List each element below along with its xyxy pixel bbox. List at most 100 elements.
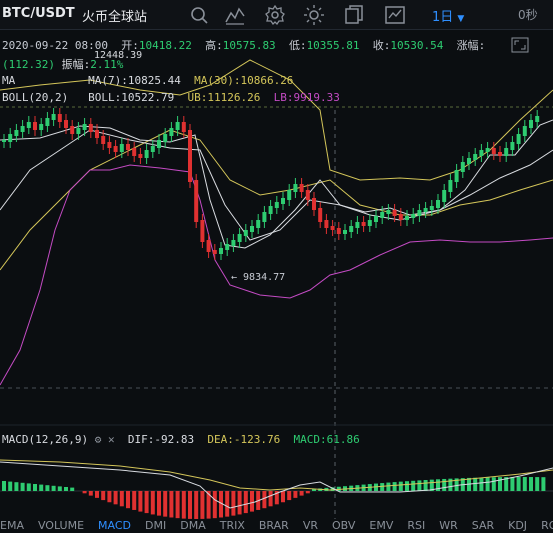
candle-body xyxy=(188,130,192,182)
tab-roc[interactable]: ROC xyxy=(541,519,553,532)
tab-brar[interactable]: BRAR xyxy=(259,519,289,532)
macd-bar xyxy=(14,482,19,491)
macd-bar xyxy=(442,478,447,491)
tab-vr[interactable]: VR xyxy=(303,519,318,532)
macd-bar xyxy=(138,491,143,512)
candle-body xyxy=(200,220,205,242)
macd-bar xyxy=(281,491,285,503)
macd-bar xyxy=(169,491,174,518)
indicator-icon[interactable] xyxy=(224,4,246,26)
macd-value-label: MACD: xyxy=(293,433,327,446)
candle-body xyxy=(212,250,217,254)
candle-body xyxy=(392,210,397,216)
ma7-line xyxy=(0,119,553,249)
macd-bar xyxy=(299,491,304,496)
settings-small-icon[interactable]: ⚙ xyxy=(95,433,102,446)
ma-row: MA MA(7):10825.44 MA(30):10866.26 xyxy=(2,74,293,87)
tab-macd[interactable]: MACD xyxy=(98,519,131,532)
amplitude-label: 振幅: xyxy=(61,58,91,71)
candle-body xyxy=(318,208,323,222)
macd-bar xyxy=(541,477,546,491)
tab-sar[interactable]: SAR xyxy=(472,519,494,532)
chart-icon[interactable] xyxy=(384,4,406,26)
high-value: 10575.83 xyxy=(222,39,276,52)
macd-bar xyxy=(250,491,254,512)
candle-body xyxy=(39,124,44,130)
macd-bar xyxy=(491,477,496,491)
dif-value: -92.83 xyxy=(154,433,195,446)
close-icon[interactable]: ✕ xyxy=(108,433,115,446)
interval-label: 1日 xyxy=(432,10,454,25)
macd-bar xyxy=(2,481,6,491)
macd-bar xyxy=(101,491,106,501)
candle-body xyxy=(237,234,242,242)
candle-body xyxy=(405,216,409,220)
copy-icon[interactable] xyxy=(343,4,365,26)
tab-dmi[interactable]: DMI xyxy=(145,519,166,532)
dea-value: -123.76 xyxy=(233,433,281,446)
tab-dma[interactable]: DMA xyxy=(180,519,206,532)
tab-kdj[interactable]: KDJ xyxy=(508,519,527,532)
close-label: 收: xyxy=(372,39,391,52)
candle-body xyxy=(150,146,155,152)
candle-body xyxy=(256,220,261,228)
candle-body xyxy=(250,226,254,232)
settings-icon[interactable] xyxy=(264,4,286,26)
low-label: 低: xyxy=(288,39,307,52)
tab-obv[interactable]: OBV xyxy=(332,519,355,532)
candle-body xyxy=(113,146,118,152)
macd-info-row: MACD(12,26,9) ⚙ ✕ DIF:-92.83 DEA:-123.76… xyxy=(2,433,360,446)
candle-body xyxy=(293,184,298,192)
macd-bar xyxy=(107,491,112,503)
macd-bar xyxy=(70,487,75,491)
macd-bar xyxy=(225,491,230,517)
theme-icon[interactable] xyxy=(303,4,325,26)
boll-ub-value: 11126.26 xyxy=(207,91,261,104)
tab-emv[interactable]: EMV xyxy=(369,519,393,532)
tab-trix[interactable]: TRIX xyxy=(220,519,245,532)
candle-body xyxy=(138,154,143,158)
tab-wr[interactable]: WR xyxy=(439,519,458,532)
candle-body xyxy=(8,134,13,142)
change-value: (112.32) xyxy=(2,58,55,71)
tab-volume[interactable]: VOLUME xyxy=(38,519,84,532)
candle-body xyxy=(181,122,186,132)
candle-body xyxy=(485,148,490,152)
search-icon[interactable] xyxy=(188,4,210,26)
macd-bar xyxy=(522,477,527,491)
candle-body xyxy=(522,126,527,136)
candle-body xyxy=(454,170,459,182)
boll-mid-value: 10522.79 xyxy=(121,91,175,104)
boll-mid-label: BOLL: xyxy=(88,91,122,104)
interval-selector[interactable]: 1日 ▼ xyxy=(432,6,464,25)
ma30-label: MA(30): xyxy=(194,74,241,87)
macd-bar xyxy=(113,491,118,505)
macd-bar xyxy=(293,491,298,498)
macd-bar xyxy=(26,483,31,491)
date-label: 2020-09-22 08:00 xyxy=(2,39,108,52)
macd-bar xyxy=(188,491,192,519)
macd-bar xyxy=(175,491,180,519)
macd-bar xyxy=(529,477,533,491)
low-price-marker: ← 9834.77 xyxy=(231,272,285,283)
ohlc-row: 2020-09-22 08:00 开:10418.22 高:10575.83 低… xyxy=(2,37,485,53)
macd-bar xyxy=(33,484,37,491)
candle-body xyxy=(274,202,279,208)
exchange-label[interactable]: 火币全球站 xyxy=(82,6,147,25)
macd-bar xyxy=(262,491,267,509)
candle-body xyxy=(398,214,403,220)
candle-body xyxy=(374,216,378,222)
fullscreen-icon[interactable] xyxy=(511,37,529,53)
candle-body xyxy=(14,130,19,136)
candle-body xyxy=(33,122,37,130)
candle-body xyxy=(417,210,422,216)
tab-rsi[interactable]: RSI xyxy=(407,519,425,532)
candle-body xyxy=(312,198,316,210)
macd-bar xyxy=(64,487,68,491)
tab-ema[interactable]: EMA xyxy=(0,519,24,532)
macd-bar xyxy=(132,491,137,510)
candle-body xyxy=(64,120,68,128)
candle-body xyxy=(262,212,267,222)
pair-label[interactable]: BTC/USDT xyxy=(2,6,75,21)
macd-bar xyxy=(144,491,149,514)
